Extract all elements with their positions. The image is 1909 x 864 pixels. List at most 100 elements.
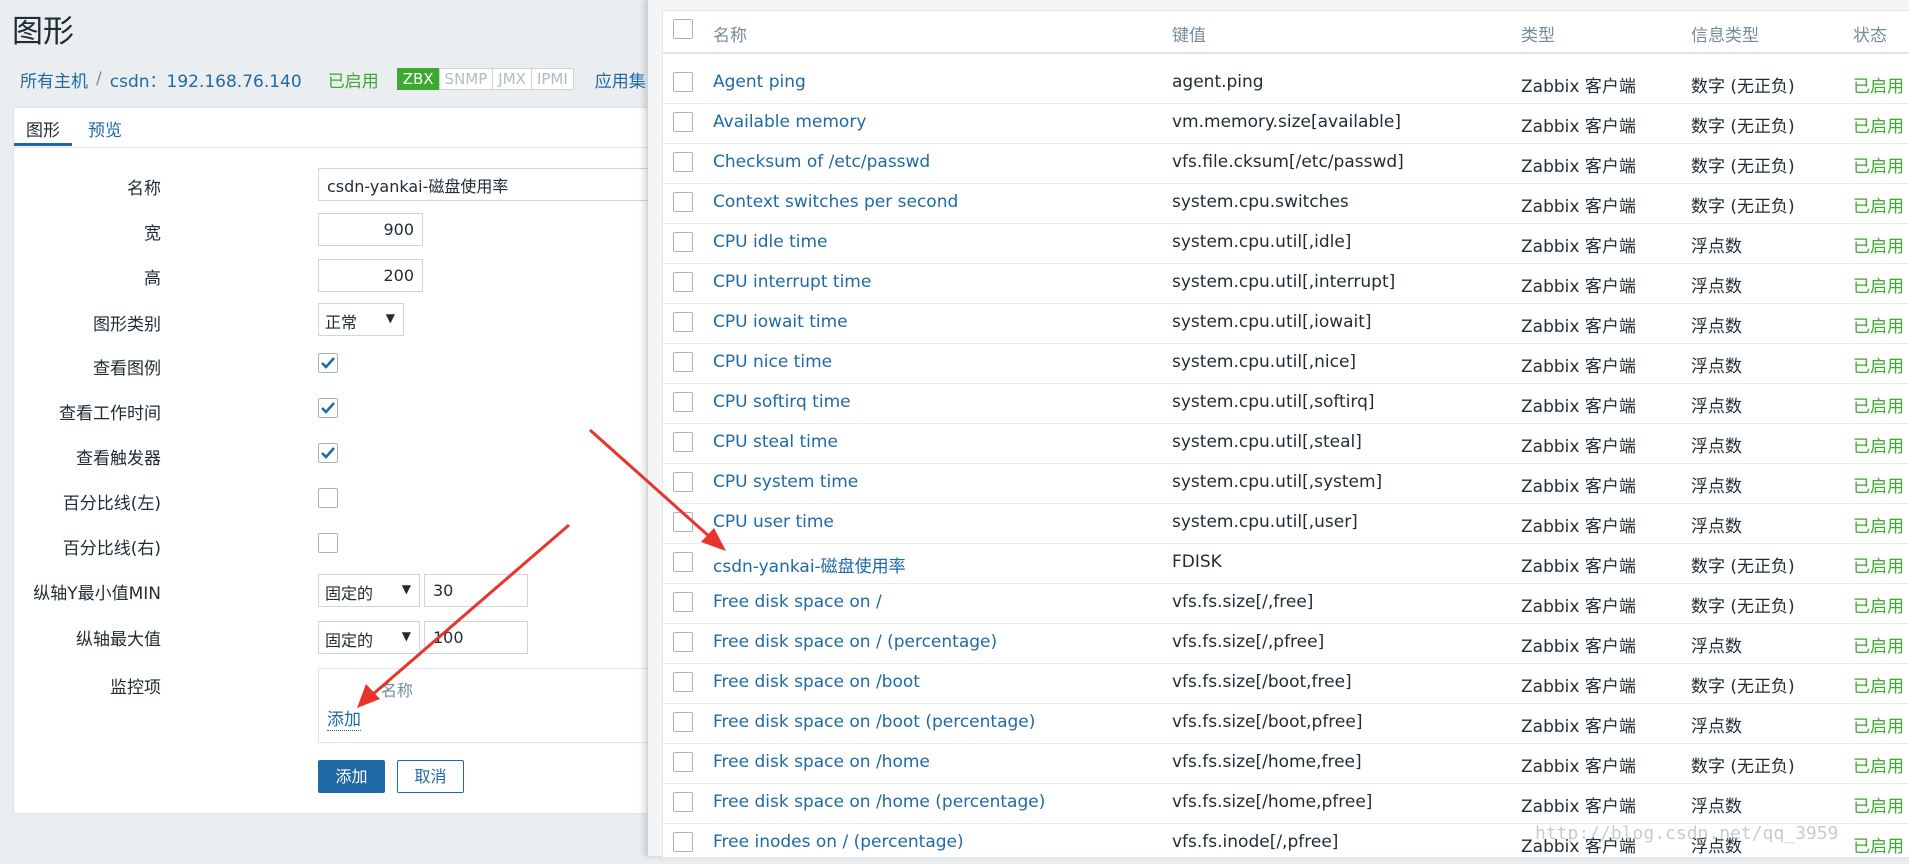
width-input[interactable] <box>318 213 423 246</box>
graph-type-value: 正常 <box>325 313 358 332</box>
item-name-link[interactable]: CPU steal time <box>713 432 838 452</box>
item-name-link[interactable]: csdn-yankai-磁盘使用率 <box>713 552 906 577</box>
item-status: 已启用 <box>1853 317 1904 337</box>
item-info-type: 浮点数 <box>1691 437 1742 457</box>
table-row: Available memory vm.memory.size[available… <box>663 103 1909 144</box>
item-name-link[interactable]: Context switches per second <box>713 192 958 212</box>
item-info-type: 浮点数 <box>1691 357 1742 377</box>
item-name-link[interactable]: Checksum of /etc/passwd <box>713 152 930 172</box>
row-checkbox[interactable] <box>673 272 693 292</box>
graph-type-select[interactable]: 正常 ▼ <box>318 303 404 336</box>
ymin-type-value: 固定的 <box>325 584 374 603</box>
row-checkbox[interactable] <box>673 712 693 732</box>
table-row: Checksum of /etc/passwd vfs.file.cksum[/e… <box>663 143 1909 184</box>
item-key: agent.ping <box>1172 72 1264 92</box>
row-checkbox[interactable] <box>673 392 693 412</box>
row-checkbox[interactable] <box>673 472 693 492</box>
name-input[interactable] <box>318 168 658 201</box>
item-name-link[interactable]: CPU user time <box>713 512 834 532</box>
item-name-link[interactable]: CPU iowait time <box>713 312 848 332</box>
item-name-link[interactable]: Free disk space on /home (percentage) <box>713 792 1045 812</box>
table-row: CPU nice time system.cpu.util[,nice] Zabbi… <box>663 343 1909 384</box>
table-row: CPU system time system.cpu.util[,system] Z… <box>663 463 1909 504</box>
item-info-type: 浮点数 <box>1691 797 1742 817</box>
item-key: system.cpu.util[,idle] <box>1172 232 1352 252</box>
percentile-right-checkbox[interactable] <box>318 533 338 553</box>
item-name-link[interactable]: Agent ping <box>713 72 806 92</box>
row-checkbox[interactable] <box>673 352 693 372</box>
add-item-link[interactable]: 添加 <box>327 705 361 731</box>
row-checkbox[interactable] <box>673 192 693 212</box>
page-title: 图形 <box>12 14 74 50</box>
select-all-checkbox[interactable] <box>673 19 693 39</box>
row-checkbox[interactable] <box>673 592 693 612</box>
item-name-link[interactable]: Available memory <box>713 112 866 132</box>
breadcrumb-host[interactable]: csdn：192.168.76.140 <box>110 67 302 92</box>
item-status: 已启用 <box>1853 197 1904 217</box>
item-info-type: 数字 (无正负) <box>1691 757 1795 777</box>
item-name-link[interactable]: CPU system time <box>713 472 858 492</box>
breadcrumb-all-hosts[interactable]: 所有主机 <box>20 67 88 92</box>
table-row: Free disk space on /home vfs.fs.size[/hom… <box>663 743 1909 784</box>
item-info-type: 数字 (无正负) <box>1691 77 1795 97</box>
item-status: 已启用 <box>1853 717 1904 737</box>
row-checkbox[interactable] <box>673 792 693 812</box>
item-type: Zabbix 客户端 <box>1521 797 1636 817</box>
item-name-link[interactable]: Free disk space on /boot <box>713 672 920 692</box>
item-type: Zabbix 客户端 <box>1521 77 1636 97</box>
show-worktime-checkbox[interactable] <box>318 398 338 418</box>
app-set-link[interactable]: 应用集 <box>595 67 646 92</box>
tab-graph[interactable]: 图形 <box>14 116 72 146</box>
ymax-value-input[interactable] <box>424 621 528 654</box>
host-status[interactable]: 已启用 <box>328 67 379 92</box>
item-name-link[interactable]: CPU idle time <box>713 232 827 252</box>
row-checkbox[interactable] <box>673 432 693 452</box>
add-graph-button[interactable]: 添加 <box>318 760 385 793</box>
items-table: 名称 键值 类型 信息类型 状态 Agent ping agent.ping Zab… <box>662 10 1909 864</box>
row-checkbox[interactable] <box>673 832 693 852</box>
item-key: system.cpu.util[,softirq] <box>1172 392 1375 412</box>
tab-preview[interactable]: 预览 <box>88 116 122 146</box>
percentile-right-label: 百分比线(右) <box>62 539 161 559</box>
items-list-box: 名称 添加 <box>318 668 658 743</box>
col-header-name[interactable]: 名称 <box>713 21 747 46</box>
show-legend-checkbox[interactable] <box>318 353 338 373</box>
show-triggers-checkbox[interactable] <box>318 443 338 463</box>
row-checkbox[interactable] <box>673 312 693 332</box>
table-row: Free disk space on / vfs.fs.size[/,free] Z… <box>663 583 1909 624</box>
item-info-type: 浮点数 <box>1691 237 1742 257</box>
ymax-type-select[interactable]: 固定的 ▼ <box>318 621 420 654</box>
items-popup: 名称 键值 类型 信息类型 状态 Agent ping agent.ping Zab… <box>647 0 1909 864</box>
item-type: Zabbix 客户端 <box>1521 597 1636 617</box>
item-name-link[interactable]: CPU nice time <box>713 352 832 372</box>
item-info-type: 浮点数 <box>1691 477 1742 497</box>
row-checkbox[interactable] <box>673 152 693 172</box>
item-name-link[interactable]: Free disk space on / <box>713 592 882 612</box>
item-status: 已启用 <box>1853 477 1904 497</box>
item-key: vfs.fs.size[/boot,free] <box>1172 672 1352 692</box>
item-name-link[interactable]: Free inodes on / (percentage) <box>713 832 964 852</box>
ymin-type-select[interactable]: 固定的 ▼ <box>318 574 420 607</box>
col-header-key: 键值 <box>1172 26 1206 46</box>
row-checkbox[interactable] <box>673 672 693 692</box>
item-type: Zabbix 客户端 <box>1521 317 1636 337</box>
height-input[interactable] <box>318 259 423 292</box>
row-checkbox[interactable] <box>673 632 693 652</box>
item-name-link[interactable]: CPU interrupt time <box>713 272 871 292</box>
row-checkbox[interactable] <box>673 552 693 572</box>
row-checkbox[interactable] <box>673 512 693 532</box>
item-info-type: 浮点数 <box>1691 397 1742 417</box>
row-checkbox[interactable] <box>673 232 693 252</box>
row-checkbox[interactable] <box>673 752 693 772</box>
item-name-link[interactable]: Free disk space on /boot (percentage) <box>713 712 1035 732</box>
percentile-left-checkbox[interactable] <box>318 488 338 508</box>
item-status: 已启用 <box>1853 797 1904 817</box>
item-name-link[interactable]: CPU softirq time <box>713 392 851 412</box>
row-checkbox[interactable] <box>673 72 693 92</box>
cancel-button[interactable]: 取消 <box>397 760 464 793</box>
item-info-type: 数字 (无正负) <box>1691 197 1795 217</box>
row-checkbox[interactable] <box>673 112 693 132</box>
ymin-value-input[interactable] <box>424 574 528 607</box>
item-name-link[interactable]: Free disk space on /home <box>713 752 930 772</box>
item-name-link[interactable]: Free disk space on / (percentage) <box>713 632 997 652</box>
